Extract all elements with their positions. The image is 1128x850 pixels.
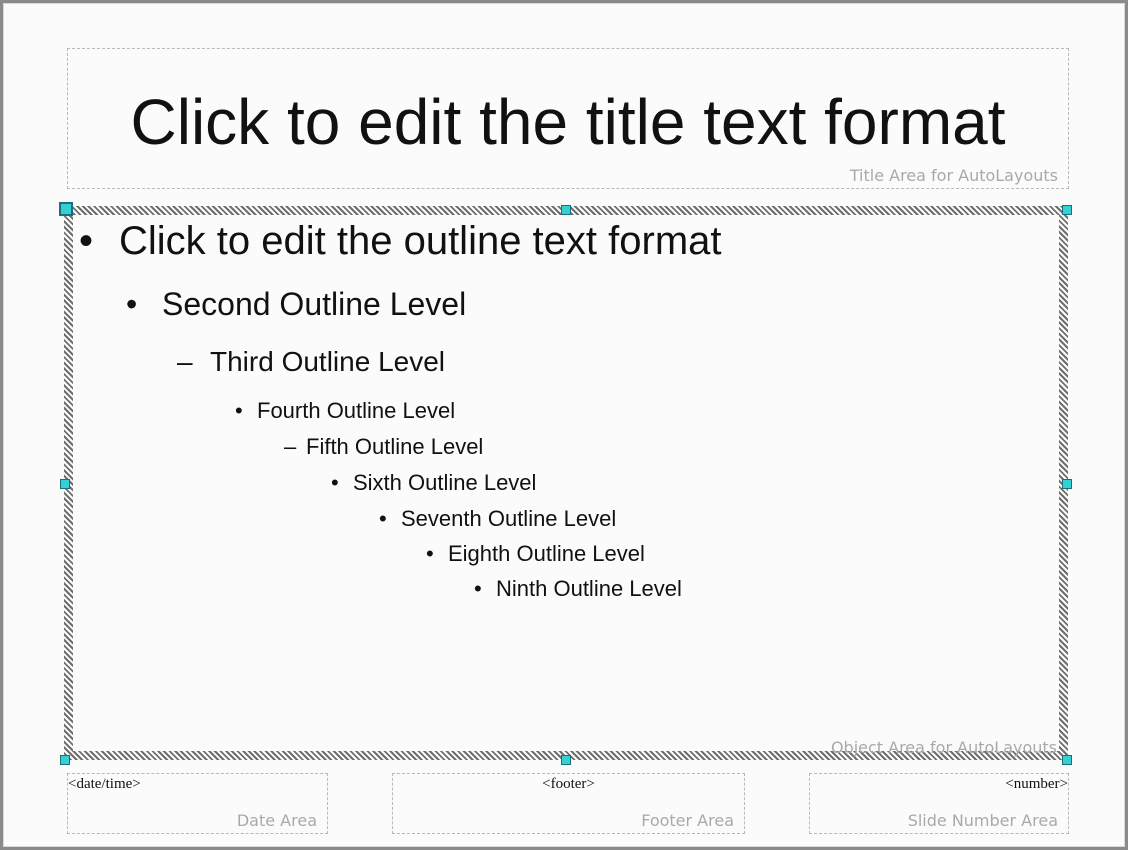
slide-canvas: Click to edit the title text format Titl… bbox=[4, 4, 1124, 846]
outline-level-6-text: Sixth Outline Level bbox=[353, 470, 537, 495]
outline-level-2-text: Second Outline Level bbox=[162, 286, 467, 322]
resize-handle-middle-right[interactable] bbox=[1062, 479, 1072, 489]
outline-bullet: • bbox=[235, 398, 243, 423]
outline-level-1-text: Click to edit the outline text format bbox=[119, 219, 722, 263]
outline-level-4-text: Fourth Outline Level bbox=[257, 398, 456, 423]
title-area-label: Title Area for AutoLayouts bbox=[849, 166, 1058, 185]
resize-handle-bottom-left[interactable] bbox=[60, 755, 70, 765]
outline-bullet: • bbox=[474, 576, 482, 601]
outline-bullet: • bbox=[126, 286, 138, 322]
number-field[interactable]: <number> bbox=[1005, 776, 1068, 793]
outline-bullet: • bbox=[79, 219, 94, 263]
slide-number-area[interactable]: <number> Slide Number Area bbox=[809, 773, 1069, 834]
outline-level-3-text: Third Outline Level bbox=[210, 346, 446, 377]
outline-level-9-text: Ninth Outline Level bbox=[496, 576, 682, 601]
date-area-label: Date Area bbox=[236, 811, 317, 830]
date-area[interactable]: <date/time> Date Area bbox=[67, 773, 328, 834]
resize-handle-top-left[interactable] bbox=[59, 202, 73, 216]
outline-dash: – bbox=[177, 346, 193, 377]
outline-dash: – bbox=[284, 434, 297, 459]
footer-area-label: Footer Area bbox=[641, 811, 734, 830]
outline-level-8-text: Eighth Outline Level bbox=[448, 541, 645, 566]
resize-handle-bottom-right[interactable] bbox=[1062, 755, 1072, 765]
outline-bullet: • bbox=[426, 541, 434, 566]
resize-handle-top-right[interactable] bbox=[1062, 205, 1072, 215]
outline-bullet: • bbox=[331, 470, 339, 495]
date-time-field[interactable]: <date/time> bbox=[68, 776, 141, 793]
outline-level-5-text: Fifth Outline Level bbox=[306, 434, 484, 459]
footer-area[interactable]: <footer> Footer Area bbox=[392, 773, 745, 834]
resize-handle-middle-left[interactable] bbox=[60, 479, 70, 489]
outline-level-7-text: Seventh Outline Level bbox=[401, 506, 617, 531]
outline-bullet: • bbox=[379, 506, 387, 531]
footer-field[interactable]: <footer> bbox=[393, 776, 744, 793]
resize-handle-top-center[interactable] bbox=[561, 205, 571, 215]
title-area[interactable]: Click to edit the title text format Titl… bbox=[67, 48, 1069, 189]
resize-handle-bottom-center[interactable] bbox=[561, 755, 571, 765]
title-placeholder-text[interactable]: Click to edit the title text format bbox=[68, 85, 1068, 159]
object-area-label: Object Area for AutoLayouts bbox=[830, 738, 1057, 757]
slide-number-area-label: Slide Number Area bbox=[907, 811, 1058, 830]
object-area[interactable]: • Click to edit the outline text format … bbox=[73, 215, 1059, 757]
